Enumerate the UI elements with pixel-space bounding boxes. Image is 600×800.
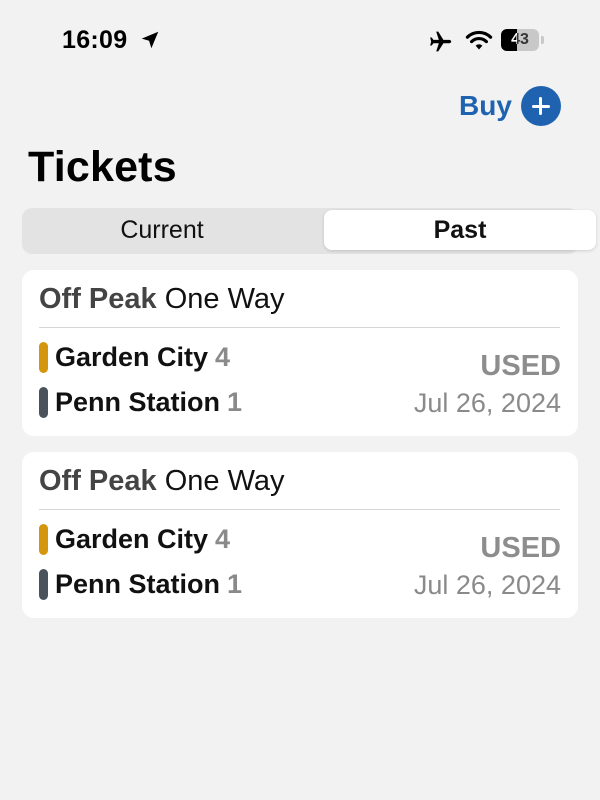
- status-bar: 16:09 43: [0, 24, 600, 58]
- origin-zone: 4: [215, 341, 231, 372]
- origin-branch-marker: [39, 341, 48, 373]
- ticket-date: Jul 26, 2024: [413, 570, 561, 600]
- ticket-card[interactable]: Off Peak One Way Garden City 4 Penn Stat…: [22, 452, 578, 618]
- status-time: 16:09: [62, 26, 128, 54]
- origin-zone: 4: [215, 523, 231, 554]
- destination-station: Penn Station: [55, 386, 221, 417]
- tab-past[interactable]: Past: [324, 210, 596, 250]
- ticket-trip-type: One Way: [164, 283, 285, 315]
- origin-row: Garden City 4: [39, 522, 230, 556]
- plus-circle-icon: [520, 86, 561, 126]
- page-title: Tickets: [28, 143, 177, 191]
- ticket-trip-type: One Way: [164, 465, 285, 497]
- ticket-tabs: Current Past: [22, 208, 596, 254]
- divider: [39, 509, 560, 510]
- destination-row: Penn Station 1: [39, 567, 242, 601]
- buy-button[interactable]: Buy: [459, 86, 561, 126]
- destination-zone: 1: [227, 386, 243, 417]
- origin-station: Garden City: [55, 523, 209, 554]
- divider: [39, 327, 560, 328]
- location-arrow-icon: [141, 31, 159, 49]
- destination-row: Penn Station 1: [39, 385, 242, 419]
- battery-level: 43: [511, 31, 529, 48]
- status-badge: USED: [480, 532, 561, 564]
- origin-row: Garden City 4: [39, 340, 230, 374]
- destination-station: Penn Station: [55, 568, 221, 599]
- ticket-date: Jul 26, 2024: [413, 388, 561, 418]
- ticket-fare-type: Off Peak: [39, 283, 157, 315]
- battery-icon: 43: [501, 29, 545, 51]
- destination-branch-marker: [39, 386, 48, 418]
- ticket-card[interactable]: Off Peak One Way Garden City 4 Penn Stat…: [22, 270, 578, 436]
- status-badge: USED: [480, 350, 561, 382]
- destination-zone: 1: [227, 568, 243, 599]
- destination-branch-marker: [39, 568, 48, 600]
- tab-current[interactable]: Current: [24, 210, 300, 250]
- origin-branch-marker: [39, 523, 48, 555]
- wifi-icon: [465, 30, 493, 50]
- ticket-title: Off Peak One Way: [39, 283, 285, 316]
- buy-label: Buy: [459, 90, 512, 121]
- origin-station: Garden City: [55, 341, 209, 372]
- ticket-fare-type: Off Peak: [39, 465, 157, 497]
- ticket-title: Off Peak One Way: [39, 465, 285, 498]
- airplane-icon: [430, 31, 452, 52]
